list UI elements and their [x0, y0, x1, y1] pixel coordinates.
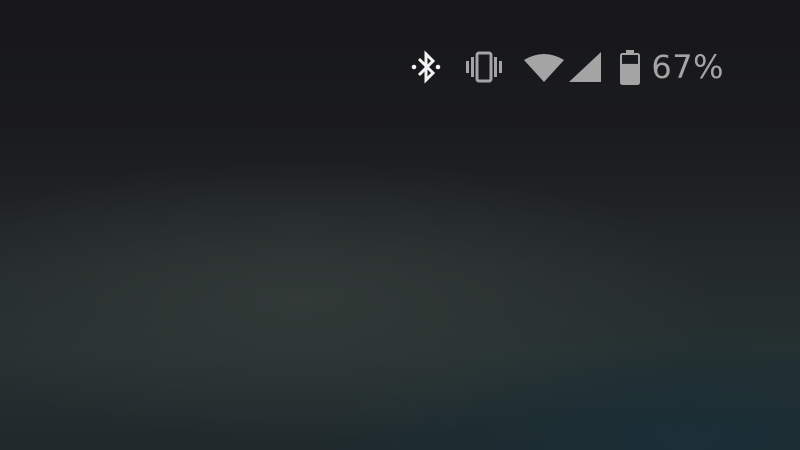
cellular-signal-icon — [569, 52, 602, 82]
battery-icon — [619, 49, 641, 85]
status-bar: 67% — [410, 44, 724, 90]
wifi-icon — [524, 52, 565, 82]
battery-percentage: 67% — [651, 48, 724, 86]
bluetooth-icon — [410, 49, 442, 85]
vibrate-icon — [464, 51, 504, 83]
lock-screen: 67% — [0, 0, 800, 450]
